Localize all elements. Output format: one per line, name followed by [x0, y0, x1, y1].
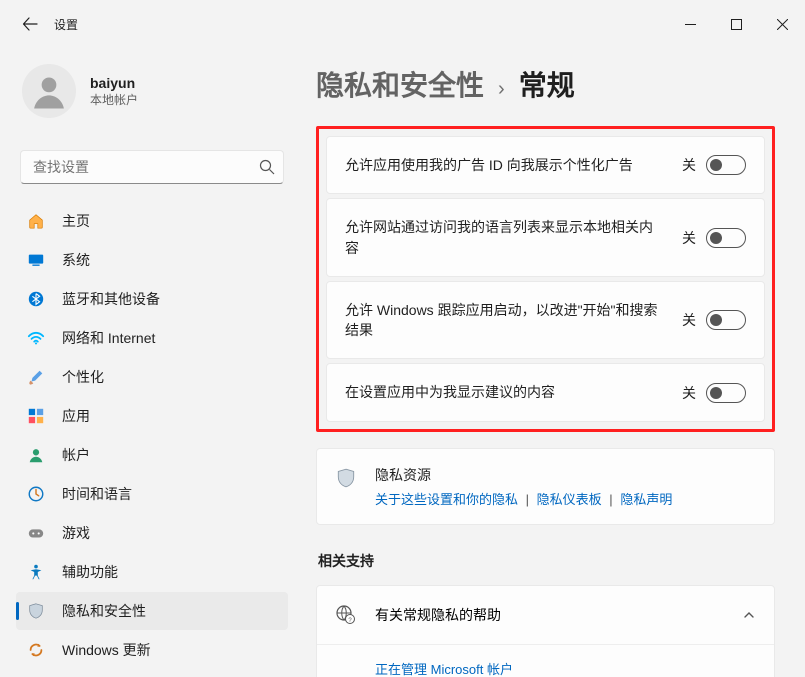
toggle-switch[interactable] [706, 383, 746, 403]
chevron-right-icon: › [498, 78, 505, 101]
privacy-resources-card: 隐私资源 关于这些设置和你的隐私 | 隐私仪表板 | 隐私声明 [316, 448, 775, 525]
nav-apps[interactable]: 应用 [16, 397, 288, 435]
expander-body: 正在管理 Microsoft 帐户 [317, 644, 774, 677]
user-name: baiyun [90, 75, 138, 91]
nav-accessibility[interactable]: 辅助功能 [16, 553, 288, 591]
toggle-row-language-list: 允许网站通过访问我的语言列表来显示本地相关内容 关 [326, 198, 765, 277]
toggle-state-text: 关 [682, 383, 696, 403]
app-title: 设置 [54, 16, 78, 33]
info-title: 隐私资源 [375, 465, 672, 485]
user-subtitle: 本地帐户 [90, 91, 138, 108]
main-content: 隐私和安全性 › 常规 允许应用使用我的广告 ID 向我展示个性化广告 关 允许… [300, 48, 805, 677]
section-heading: 相关支持 [318, 551, 775, 571]
time-icon [26, 484, 46, 504]
toggle-label: 允许网站通过访问我的语言列表来显示本地相关内容 [345, 217, 682, 258]
link-privacy-statement[interactable]: 隐私声明 [620, 492, 672, 507]
nav-list: 主页 系统 蓝牙和其他设备 网络和 Internet 个性化 [16, 202, 292, 677]
accessibility-icon [26, 562, 46, 582]
update-icon [26, 640, 46, 660]
nav-label: 应用 [62, 406, 90, 426]
nav-label: 时间和语言 [62, 484, 132, 504]
toggle-state-text: 关 [682, 228, 696, 248]
breadcrumb: 隐私和安全性 › 常规 [316, 64, 775, 104]
nav-label: Windows 更新 [62, 640, 151, 660]
nav-accounts[interactable]: 帐户 [16, 436, 288, 474]
brush-icon [26, 367, 46, 387]
sidebar: baiyun 本地帐户 主页 系统 [0, 48, 300, 677]
toggle-switch[interactable] [706, 310, 746, 330]
privacy-icon [26, 601, 46, 621]
toggle-label: 在设置应用中为我显示建议的内容 [345, 382, 682, 402]
gaming-icon [26, 523, 46, 543]
toggle-row-ad-id: 允许应用使用我的广告 ID 向我展示个性化广告 关 [326, 136, 765, 194]
toggle-row-app-launch: 允许 Windows 跟踪应用启动，以改进"开始"和搜索结果 关 [326, 281, 765, 360]
close-icon [777, 19, 788, 30]
toggle-switch[interactable] [706, 155, 746, 175]
nav-label: 主页 [62, 211, 90, 231]
titlebar: 设置 [0, 0, 805, 48]
nav-label: 隐私和安全性 [62, 601, 146, 621]
toggle-state-text: 关 [682, 310, 696, 330]
toggle-state-text: 关 [682, 155, 696, 175]
back-button[interactable] [14, 8, 46, 40]
separator: | [526, 492, 529, 507]
close-button[interactable] [759, 8, 805, 40]
search-button[interactable] [256, 156, 278, 178]
nav-gaming[interactable]: 游戏 [16, 514, 288, 552]
nav-label: 游戏 [62, 523, 90, 543]
apps-icon [26, 406, 46, 426]
page-title: 常规 [519, 64, 575, 104]
nav-privacy[interactable]: 隐私和安全性 [16, 592, 288, 630]
chevron-up-icon [742, 608, 756, 622]
wifi-icon [26, 328, 46, 348]
link-about-settings[interactable]: 关于这些设置和你的隐私 [375, 492, 518, 507]
nav-label: 辅助功能 [62, 562, 118, 582]
nav-label: 个性化 [62, 367, 104, 387]
minimize-button[interactable] [667, 8, 713, 40]
nav-system[interactable]: 系统 [16, 241, 288, 279]
arrow-left-icon [22, 16, 38, 32]
bluetooth-icon [26, 289, 46, 309]
maximize-button[interactable] [713, 8, 759, 40]
toggle-label: 允许 Windows 跟踪应用启动，以改进"开始"和搜索结果 [345, 300, 682, 341]
nav-personalization[interactable]: 个性化 [16, 358, 288, 396]
nav-label: 系统 [62, 250, 90, 270]
avatar [22, 64, 76, 118]
user-profile[interactable]: baiyun 本地帐户 [16, 60, 294, 132]
nav-network[interactable]: 网络和 Internet [16, 319, 288, 357]
nav-label: 蓝牙和其他设备 [62, 289, 160, 309]
shield-icon [335, 467, 357, 489]
separator: | [609, 492, 612, 507]
search-input[interactable] [20, 150, 284, 184]
nav-home[interactable]: 主页 [16, 202, 288, 240]
system-icon [26, 250, 46, 270]
breadcrumb-parent[interactable]: 隐私和安全性 [316, 64, 484, 104]
toggle-row-suggested-content: 在设置应用中为我显示建议的内容 关 [326, 363, 765, 421]
expander-header[interactable]: ? 有关常规隐私的帮助 [317, 586, 774, 644]
link-manage-ms-account[interactable]: 正在管理 Microsoft 帐户 [375, 662, 513, 677]
link-privacy-dashboard[interactable]: 隐私仪表板 [537, 492, 602, 507]
toggle-switch[interactable] [706, 228, 746, 248]
search-icon [259, 159, 275, 175]
toggle-label: 允许应用使用我的广告 ID 向我展示个性化广告 [345, 155, 682, 175]
help-expander: ? 有关常规隐私的帮助 正在管理 Microsoft 帐户 [316, 585, 775, 677]
nav-time-language[interactable]: 时间和语言 [16, 475, 288, 513]
globe-help-icon: ? [335, 604, 357, 626]
highlight-annotation: 允许应用使用我的广告 ID 向我展示个性化广告 关 允许网站通过访问我的语言列表… [316, 126, 775, 432]
expander-title: 有关常规隐私的帮助 [375, 605, 742, 625]
account-icon [26, 445, 46, 465]
home-icon [26, 211, 46, 231]
minimize-icon [685, 19, 696, 30]
nav-label: 帐户 [62, 445, 90, 465]
nav-windows-update[interactable]: Windows 更新 [16, 631, 288, 669]
user-icon [28, 70, 70, 112]
maximize-icon [731, 19, 742, 30]
nav-label: 网络和 Internet [62, 328, 155, 348]
nav-bluetooth[interactable]: 蓝牙和其他设备 [16, 280, 288, 318]
